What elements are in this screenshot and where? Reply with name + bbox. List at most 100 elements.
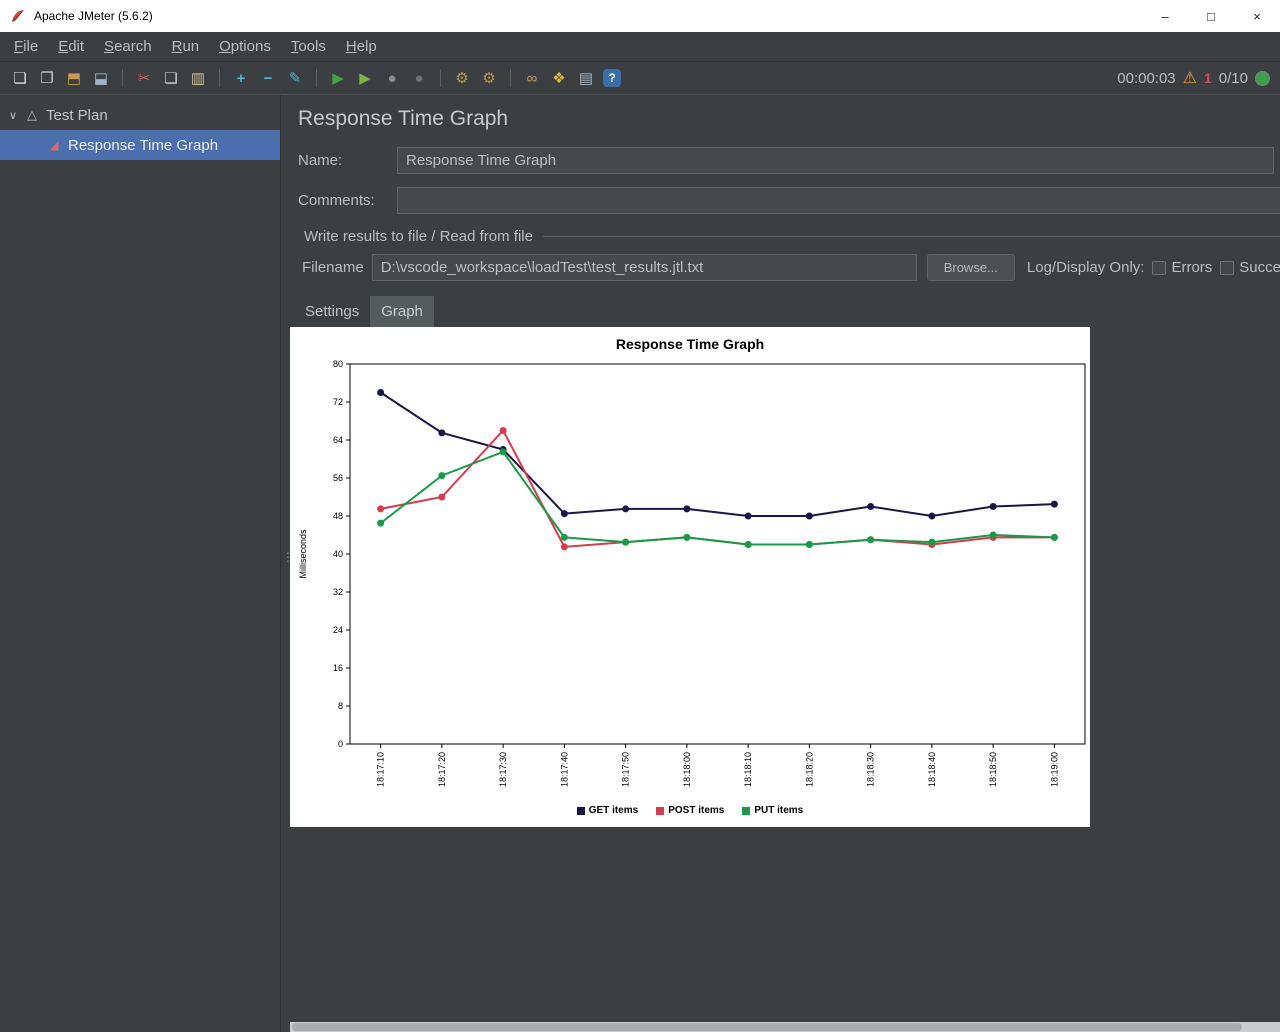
titlebar: Apache JMeter (5.6.2) – □ × — [0, 0, 1280, 32]
toggle-icon[interactable]: ✎ — [285, 67, 305, 89]
svg-text:40: 40 — [333, 549, 343, 559]
menu-options[interactable]: Options — [209, 34, 281, 59]
response-time-graph-icon: ◢ — [44, 138, 64, 152]
stop-icon[interactable]: ● — [382, 67, 402, 89]
response-time-chart-panel: Response Time Graph08162432404856647280M… — [290, 327, 1090, 827]
test-plan-tree: ∨ △ Test Plan ◢ Response Time Graph — [0, 95, 280, 1032]
search-icon[interactable]: ∞ — [522, 67, 542, 89]
comments-label: Comments: — [290, 192, 397, 209]
main-panel: Response Time Graph Name: Comments: Writ… — [290, 95, 1280, 1032]
svg-text:18:17:40: 18:17:40 — [559, 752, 569, 787]
svg-text:Response Time Graph: Response Time Graph — [616, 336, 764, 352]
page-title: Response Time Graph — [298, 107, 1280, 131]
svg-text:18:19:00: 18:19:00 — [1049, 752, 1059, 787]
svg-text:18:18:30: 18:18:30 — [866, 752, 876, 787]
tab-settings[interactable]: Settings — [294, 296, 370, 327]
start-no-pauses-icon[interactable]: ▶ — [355, 67, 375, 89]
response-time-chart: Response Time Graph08162432404856647280M… — [290, 327, 1090, 805]
maximize-button[interactable]: □ — [1188, 0, 1234, 32]
svg-text:18:17:30: 18:17:30 — [498, 752, 508, 787]
close-button[interactable]: × — [1234, 0, 1280, 32]
paste-icon[interactable]: ▥ — [188, 67, 208, 89]
clear-all-icon[interactable]: ⚙ — [479, 67, 499, 89]
cut-icon[interactable]: ✂ — [134, 67, 154, 89]
chart-legend: GET items POST items PUT items — [290, 805, 1090, 827]
successes-checkbox[interactable] — [1220, 261, 1234, 275]
help-icon[interactable]: ? — [603, 69, 621, 87]
copy-icon[interactable]: ❑ — [161, 67, 181, 89]
svg-text:80: 80 — [333, 359, 343, 369]
svg-text:18:17:50: 18:17:50 — [621, 752, 631, 787]
tree-item-label: Response Time Graph — [68, 137, 218, 154]
warning-icon[interactable]: ⚠ — [1183, 68, 1197, 88]
menu-help[interactable]: Help — [336, 34, 387, 59]
svg-text:18:17:10: 18:17:10 — [376, 752, 386, 787]
svg-text:Milliseconds: Milliseconds — [298, 529, 308, 579]
start-icon[interactable]: ▶ — [328, 67, 348, 89]
toolbar-separator — [440, 69, 441, 87]
templates-icon[interactable]: ❐ — [37, 67, 57, 89]
toolbar-status: 00:00:03 ⚠ 1 0/10 — [1117, 68, 1270, 88]
svg-text:64: 64 — [333, 435, 343, 445]
error-count[interactable]: 1 — [1204, 70, 1212, 86]
minimize-button[interactable]: – — [1142, 0, 1188, 32]
svg-text:18:18:40: 18:18:40 — [927, 752, 937, 787]
scrollbar-thumb[interactable] — [292, 1023, 1242, 1031]
jmeter-window: Apache JMeter (5.6.2) – □ × FileEditSear… — [0, 0, 1280, 1032]
function-helper-icon[interactable]: ❖ — [549, 67, 569, 89]
content-split: ∨ △ Test Plan ◢ Response Time Graph ⋮ Re… — [0, 95, 1280, 1032]
menu-edit[interactable]: Edit — [48, 34, 94, 59]
menu-tools[interactable]: Tools — [281, 34, 336, 59]
browse-button[interactable]: Browse... — [927, 254, 1015, 281]
legend-item-post: POST items — [656, 805, 724, 816]
shutdown-icon[interactable]: ● — [409, 67, 429, 89]
svg-text:18:18:10: 18:18:10 — [743, 752, 753, 787]
toolbar-icons: ❏ ❐ ⬒ ⬓ ✂ ❑ ▥ +−✎ ▶ ▶ ● ● ⚙ ⚙ ∞ ❖ ▤? — [10, 67, 621, 89]
tab-bar: SettingsGraph — [290, 295, 1280, 327]
svg-text:16: 16 — [333, 663, 343, 673]
toolbar: ❏ ❐ ⬒ ⬓ ✂ ❑ ▥ +−✎ ▶ ▶ ● ● ⚙ ⚙ ∞ ❖ ▤? 00:00:03 ⚠ 1 0/10 — [0, 62, 1280, 95]
results-section-title: Write results to file / Read from file — [304, 228, 533, 245]
test-timer: 00:00:03 — [1117, 70, 1175, 87]
filename-input[interactable] — [372, 254, 917, 281]
filename-label: Filename — [302, 259, 364, 276]
errors-label: Errors — [1171, 259, 1212, 276]
active-threads-icon — [1255, 71, 1270, 86]
menu-file[interactable]: File — [4, 34, 48, 59]
name-label: Name: — [290, 152, 397, 169]
svg-text:24: 24 — [333, 625, 343, 635]
log-viewer-icon[interactable]: ▤ — [576, 67, 596, 89]
expand-icon[interactable]: + — [231, 67, 251, 89]
legend-item-put: PUT items — [742, 805, 803, 816]
svg-text:56: 56 — [333, 473, 343, 483]
titled-border-line — [543, 236, 1280, 237]
name-input[interactable] — [397, 147, 1274, 174]
svg-text:18:17:20: 18:17:20 — [437, 752, 447, 787]
splitter[interactable]: ⋮ — [280, 95, 290, 1032]
open-file-icon[interactable]: ⬒ — [64, 67, 84, 89]
legend-item-get: GET items — [577, 805, 638, 816]
collapse-icon[interactable]: − — [258, 67, 278, 89]
clear-icon[interactable]: ⚙ — [452, 67, 472, 89]
results-section-header: Write results to file / Read from file — [290, 228, 1280, 245]
jmeter-logo-icon — [10, 8, 26, 24]
tab-graph[interactable]: Graph — [370, 296, 434, 327]
horizontal-scrollbar[interactable] — [290, 1022, 1280, 1032]
svg-text:32: 32 — [333, 587, 343, 597]
errors-checkbox[interactable] — [1152, 261, 1166, 275]
chevron-down-icon[interactable]: ∨ — [4, 109, 22, 122]
comments-input[interactable] — [397, 187, 1280, 214]
new-file-icon[interactable]: ❏ — [10, 67, 30, 89]
successes-label: Successes — [1239, 259, 1280, 276]
tree-item-test-plan[interactable]: ∨ △ Test Plan — [0, 100, 280, 130]
window-title: Apache JMeter (5.6.2) — [34, 9, 153, 23]
svg-text:18:18:00: 18:18:00 — [682, 752, 692, 787]
log-display-only-label: Log/Display Only: — [1027, 259, 1145, 276]
svg-text:0: 0 — [338, 739, 343, 749]
filename-row: Filename Browse... Log/Display Only: Err… — [290, 254, 1280, 281]
toolbar-separator — [316, 69, 317, 87]
menu-search[interactable]: Search — [94, 34, 162, 59]
save-icon[interactable]: ⬓ — [91, 67, 111, 89]
tree-item-response-time-graph[interactable]: ◢ Response Time Graph — [0, 130, 280, 160]
menu-run[interactable]: Run — [162, 34, 210, 59]
